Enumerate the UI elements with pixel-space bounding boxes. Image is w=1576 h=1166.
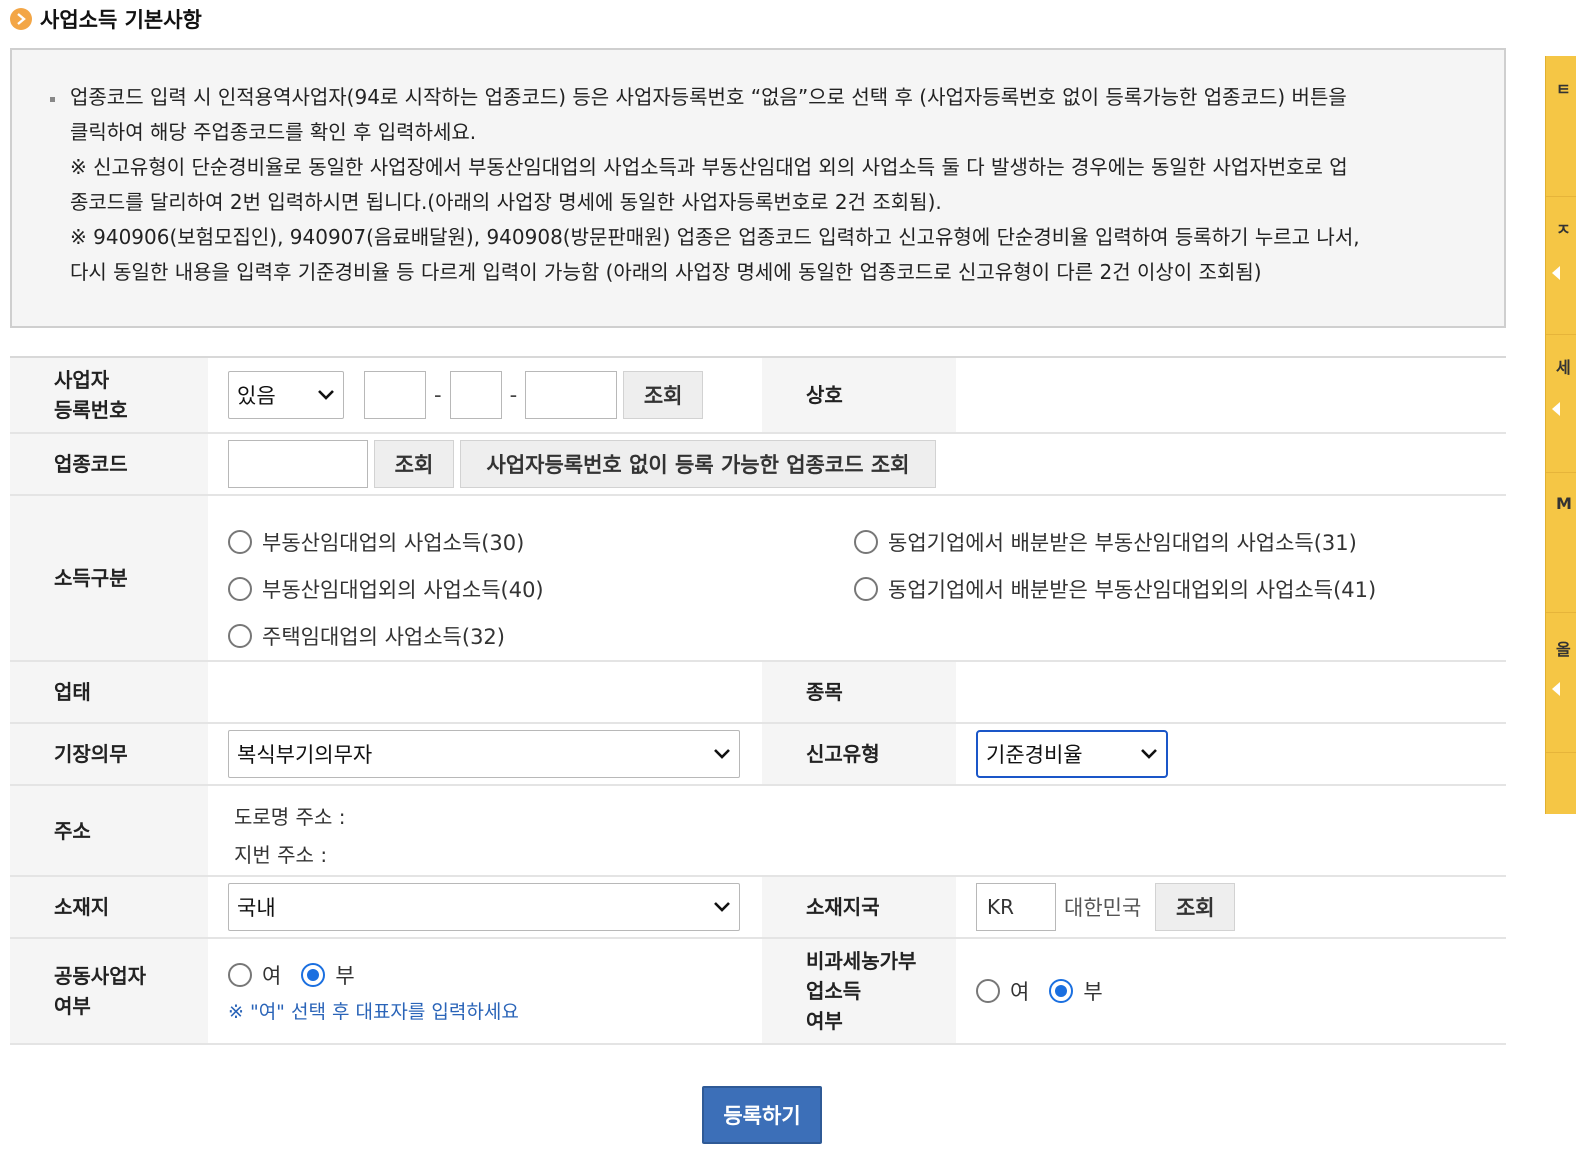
bizno-part2-input[interactable] [449, 371, 502, 419]
notice-box: 업종코드 입력 시 인적용역사업자(94로 시작하는 업종코드) 등은 사업자등… [10, 48, 1506, 328]
income-option-31[interactable]: 동업기업에서 배분받은 부동산임대업의 사업소득(31) [854, 527, 1357, 557]
income-option-30[interactable]: 부동산임대업의 사업소득(30) [228, 527, 854, 557]
trade-name-value [956, 358, 1506, 432]
bizno-part1-input[interactable] [364, 371, 426, 419]
radio-icon[interactable] [228, 576, 252, 601]
income-option-41[interactable]: 동업기업에서 배분받은 부동산임대업외의 사업소득(41) [854, 574, 1376, 604]
location-select[interactable]: 국내 [228, 883, 740, 931]
chevron-down-icon [713, 898, 731, 916]
country-cell: KR 대한민국 조회 [956, 877, 1506, 937]
row-location: 소재지 국내 소재지국 KR 대한민국 조회 [10, 877, 1506, 939]
bizno-cell: 있음 - - 조회 [208, 358, 762, 432]
register-button[interactable]: 등록하기 [702, 1086, 822, 1144]
item-value [956, 662, 1506, 722]
joint-yes-option[interactable]: 여 [228, 960, 281, 990]
row-income-type: 소득구분 부동산임대업의 사업소득(30) 동업기업에서 배분받은 부동산임대업… [10, 496, 1506, 662]
industry-code-cell: 조회 사업자등록번호 없이 등록 가능한 업종코드 조회 [208, 434, 1506, 494]
side-menu-item[interactable]: ㅌ [1556, 76, 1571, 100]
country-label: 소재지국 [762, 877, 956, 937]
radio-icon[interactable] [228, 529, 252, 554]
chevron-down-icon [713, 745, 731, 763]
section-header: 사업소득 기본사항 [10, 6, 202, 32]
chevron-down-icon [317, 386, 335, 404]
report-type-cell: 기준경비율 [956, 724, 1506, 784]
section-title: 사업소득 기본사항 [40, 8, 202, 32]
industry-code-input[interactable] [228, 440, 368, 488]
location-cell: 국내 [208, 877, 762, 937]
joint-label: 공동사업자 여부 [10, 939, 208, 1043]
nontax-farm-yes-option[interactable]: 여 [976, 976, 1029, 1006]
bookkeeping-label: 기장의무 [10, 724, 208, 784]
row-address: 주소 도로명 주소 : 지번 주소 : [10, 786, 1506, 877]
row-industry-code: 업종코드 조회 사업자등록번호 없이 등록 가능한 업종코드 조회 [10, 434, 1506, 496]
bizno-exist-select[interactable]: 있음 [228, 371, 344, 419]
side-quick-menu: ㅌ ㅈ 세 M 올 [1545, 56, 1576, 814]
chevron-left-icon[interactable] [1552, 682, 1560, 696]
side-menu-item[interactable]: 올 [1556, 636, 1571, 660]
nontax-farm-no-option[interactable]: 부 [1049, 976, 1103, 1006]
income-type-cell: 부동산임대업의 사업소득(30) 동업기업에서 배분받은 부동산임대업의 사업소… [208, 496, 1506, 660]
row-bizno: 사업자 등록번호 있음 - - 조회 상호 [10, 358, 1506, 434]
chevron-right-circle-icon [10, 8, 32, 30]
income-option-40[interactable]: 부동산임대업외의 사업소득(40) [228, 574, 854, 604]
report-type-label: 신고유형 [762, 724, 956, 784]
business-income-form: 사업자 등록번호 있음 - - 조회 상호 업종코드 조회 사업자등록번호 없이 … [10, 356, 1506, 1045]
radio-icon[interactable] [228, 623, 252, 648]
address-cell: 도로명 주소 : 지번 주소 : [208, 786, 1506, 875]
nontax-farm-cell: 여 부 [956, 939, 1506, 1043]
row-joint: 공동사업자 여부 여 부 ※ "여" 선택 후 대표자를 입력하세요 비과세농가부… [10, 939, 1506, 1045]
no-bizno-industry-lookup-button[interactable]: 사업자등록번호 없이 등록 가능한 업종코드 조회 [460, 440, 936, 488]
row-business-type: 업태 종목 [10, 662, 1506, 724]
income-option-32[interactable]: 주택임대업의 사업소득(32) [228, 621, 505, 651]
side-menu-item[interactable]: 세 [1556, 354, 1571, 378]
notice-line: 종코드를 달리하여 2번 입력하시면 됩니다.(아래의 사업장 명세에 동일한 … [70, 190, 942, 214]
joint-no-option[interactable]: 부 [301, 960, 355, 990]
row-bookkeeping: 기장의무 복식부기의무자 신고유형 기준경비율 [10, 724, 1506, 786]
notice-line: 다시 동일한 내용을 입력후 기준경비율 등 다르게 입력이 가능함 (아래의 … [70, 260, 1262, 284]
chevron-left-icon[interactable] [1552, 402, 1560, 416]
business-type-label: 업태 [10, 662, 208, 722]
country-lookup-button[interactable]: 조회 [1155, 883, 1236, 931]
joint-cell: 여 부 ※ "여" 선택 후 대표자를 입력하세요 [208, 939, 762, 1043]
notice-line: ※ 940906(보험모집인), 940907(음료배달원), 940908(방… [70, 225, 1360, 249]
industry-code-lookup-button[interactable]: 조회 [374, 440, 454, 488]
radio-icon[interactable] [228, 963, 252, 987]
nontax-farm-label: 비과세농가부 업소득 여부 [762, 939, 956, 1043]
notice-line: ※ 신고유형이 단순경비율로 동일한 사업장에서 부동산임대업의 사업소득과 부… [70, 155, 1348, 179]
business-type-value [208, 662, 762, 722]
income-type-label: 소득구분 [10, 496, 208, 660]
country-name: 대한민국 [1064, 896, 1142, 920]
joint-note: ※ "여" 선택 후 대표자를 입력하세요 [228, 1001, 519, 1023]
notice-line: 업종코드 입력 시 인적용역사업자(94로 시작하는 업종코드) 등은 사업자등… [70, 85, 1347, 109]
bookkeeping-select[interactable]: 복식부기의무자 [228, 730, 740, 778]
industry-code-label: 업종코드 [10, 434, 208, 494]
bizno-part3-input[interactable] [525, 371, 618, 419]
bookkeeping-cell: 복식부기의무자 [208, 724, 762, 784]
radio-icon[interactable] [854, 529, 878, 554]
radio-icon[interactable] [976, 979, 1000, 1003]
trade-name-label: 상호 [762, 358, 956, 432]
chevron-left-icon[interactable] [1552, 266, 1560, 280]
country-code-input[interactable]: KR [976, 883, 1056, 931]
location-label: 소재지 [10, 877, 208, 937]
radio-selected-icon[interactable] [301, 963, 326, 987]
side-menu-item[interactable]: M [1556, 494, 1572, 513]
bizno-dash: - [509, 383, 518, 407]
side-menu-item[interactable]: ㅈ [1556, 216, 1571, 240]
notice-line: 클릭하여 해당 주업종코드를 확인 후 입력하세요. [70, 120, 477, 144]
radio-selected-icon[interactable] [1049, 979, 1074, 1003]
item-label: 종목 [762, 662, 956, 722]
radio-icon[interactable] [854, 576, 878, 601]
lot-address: 지번 주소 : [234, 843, 328, 867]
bizno-dash: - [434, 383, 442, 407]
report-type-select[interactable]: 기준경비율 [976, 730, 1168, 778]
bullet-icon [50, 80, 70, 290]
bizno-lookup-button[interactable]: 조회 [623, 371, 704, 419]
address-label: 주소 [10, 786, 208, 875]
chevron-down-icon [1140, 745, 1158, 763]
bizno-label: 사업자 등록번호 [10, 358, 208, 432]
road-address: 도로명 주소 : [234, 805, 346, 829]
